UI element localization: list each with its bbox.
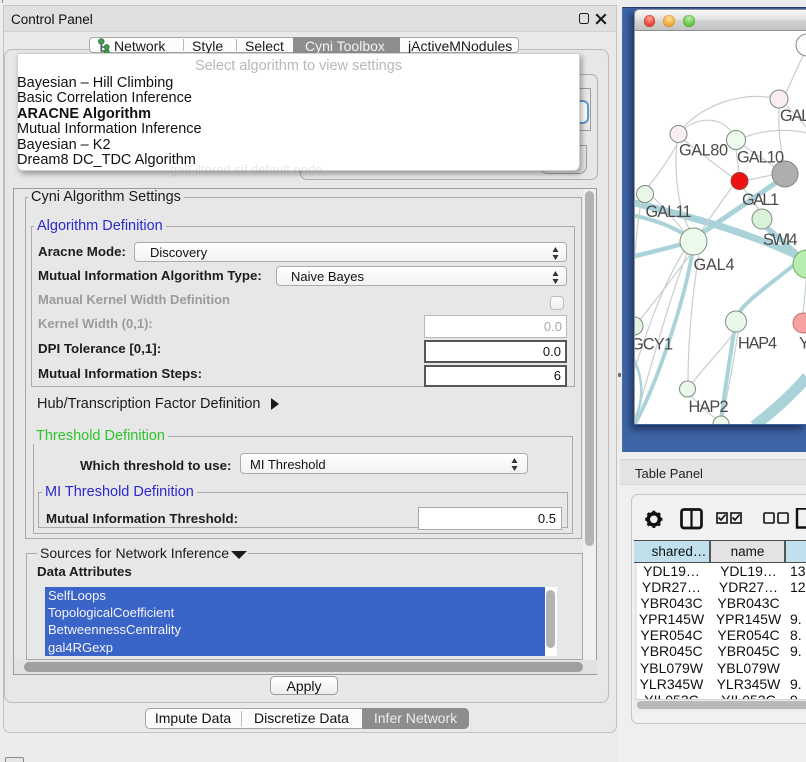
svg-text:GAL7: GAL7 — [780, 107, 806, 125]
svg-text:GCY1: GCY1 — [635, 336, 673, 354]
svg-text:YJ: YJ — [799, 335, 806, 353]
svg-text:GAL4: GAL4 — [694, 256, 735, 274]
svg-text:SWI4: SWI4 — [763, 231, 798, 249]
svg-text:HAP2: HAP2 — [689, 398, 729, 416]
svg-text:HAP4: HAP4 — [738, 335, 777, 353]
svg-text:GAL1: GAL1 — [742, 191, 779, 209]
svg-text:GAL11: GAL11 — [646, 203, 692, 221]
svg-text:GAL10: GAL10 — [737, 149, 784, 167]
svg-text:GAL80: GAL80 — [679, 142, 728, 160]
